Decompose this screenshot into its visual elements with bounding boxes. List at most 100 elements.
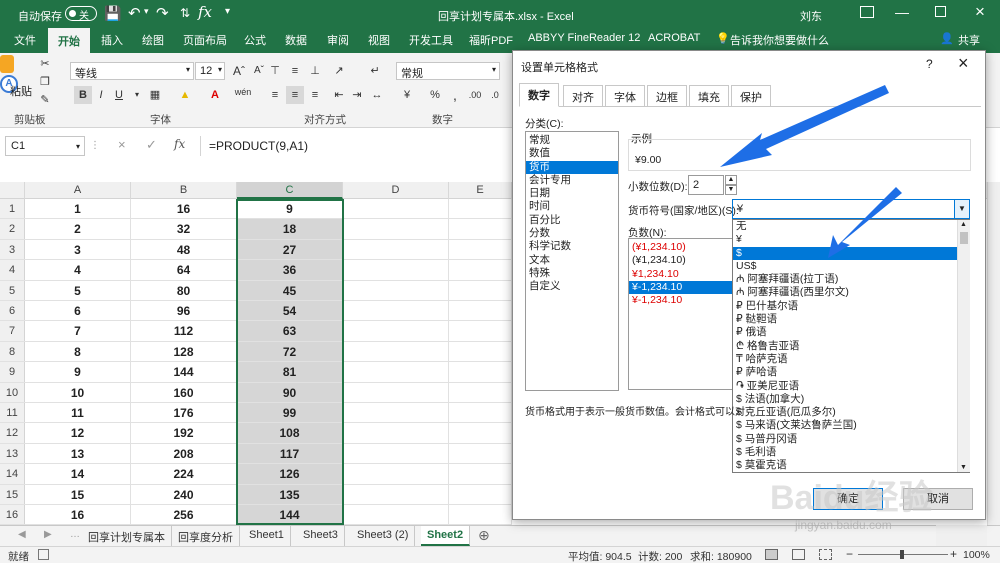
row-header[interactable]: 12 — [0, 423, 25, 443]
row-header[interactable]: 6 — [0, 301, 25, 321]
cell-a[interactable]: 11 — [25, 403, 131, 423]
function-icon[interactable]: fx — [198, 3, 212, 21]
italic-button[interactable]: I — [92, 86, 110, 104]
currency-option[interactable]: ₾ 格鲁吉亚语 — [733, 340, 957, 353]
cell-d[interactable] — [343, 505, 449, 525]
currency-option[interactable]: ֏ 亚美尼亚语 — [733, 380, 957, 393]
user-name[interactable]: 刘东 — [800, 8, 822, 24]
currency-option[interactable]: ₼ 阿塞拜疆语(西里尔文) — [733, 286, 957, 299]
currency-option[interactable]: $ 克丘亚语(厄瓜多尔) — [733, 406, 957, 419]
cell-b[interactable]: 48 — [131, 239, 237, 260]
cell-c[interactable]: 117 — [237, 443, 343, 464]
maximize-icon[interactable] — [935, 6, 946, 17]
select-all-corner[interactable] — [0, 182, 25, 199]
dialog-help-button[interactable]: ? — [926, 57, 933, 71]
undo-icon[interactable]: ↶ — [128, 4, 141, 22]
currency-option[interactable]: ₼ 阿塞拜疆语(拉丁语) — [733, 273, 957, 286]
cell-b[interactable]: 192 — [131, 423, 237, 443]
sheet-vertical-scrollbar[interactable] — [987, 182, 1000, 525]
cell-a[interactable]: 5 — [25, 280, 131, 300]
save-icon[interactable]: 💾 — [104, 5, 121, 22]
align-middle-icon[interactable]: ≡ — [286, 62, 304, 80]
negative-numbers-list[interactable]: (¥1,234.10) (¥1,234.10) ¥1,234.10 ¥-1,234.1… — [628, 238, 740, 390]
add-sheet-icon[interactable]: ⊕ — [478, 527, 490, 544]
formula-input[interactable]: =PRODUCT(9,A1) — [200, 136, 512, 156]
cell-e[interactable] — [449, 423, 512, 443]
cell-b[interactable]: 208 — [131, 443, 237, 464]
currency-symbol-dropdown[interactable]: 无 ¥ $ US$ ₼ 阿塞拜疆语(拉丁语) ₼ 阿塞拜疆语(西里尔文) ₽ 巴什基尔语 ₽ … — [732, 219, 970, 473]
row-header[interactable]: 11 — [0, 403, 25, 423]
cell-c[interactable]: 108 — [237, 423, 343, 443]
row-header[interactable]: 14 — [0, 464, 25, 484]
row-header[interactable]: 15 — [0, 484, 25, 504]
category-item[interactable]: 百分比 — [526, 214, 618, 227]
cell-a[interactable]: 8 — [25, 341, 131, 362]
cell-d[interactable] — [343, 301, 449, 321]
cell-e[interactable] — [449, 321, 512, 341]
align-left-icon[interactable]: ≡ — [266, 86, 284, 104]
font-name-select[interactable]: 等线 ▾ — [70, 62, 194, 80]
macro-record-icon[interactable] — [38, 549, 49, 560]
sort-icon[interactable]: ⇅ — [180, 6, 190, 20]
negative-format-item[interactable]: (¥1,234.10) — [629, 254, 739, 267]
align-top-icon[interactable]: ⊤ — [266, 62, 284, 80]
currency-option[interactable]: ₽ 俄语 — [733, 326, 957, 339]
cell-e[interactable] — [449, 219, 512, 239]
row-header[interactable]: 7 — [0, 321, 25, 341]
row-header[interactable]: 16 — [0, 505, 25, 525]
cell-d[interactable] — [343, 362, 449, 382]
cell-e[interactable] — [449, 403, 512, 423]
cell-e[interactable] — [449, 505, 512, 525]
cell-d[interactable] — [343, 219, 449, 239]
grow-font-icon[interactable]: Aˆ — [230, 62, 248, 80]
category-item[interactable]: 会计专用 — [526, 174, 618, 187]
decrease-decimal-icon[interactable]: .0 — [486, 86, 504, 104]
cell-e[interactable] — [449, 464, 512, 484]
cell-a[interactable]: 13 — [25, 443, 131, 464]
cell-b[interactable]: 112 — [131, 321, 237, 341]
dialog-close-button[interactable]: × — [958, 53, 969, 74]
currency-option[interactable]: $ 马来语(文莱达鲁萨兰国) — [733, 419, 957, 432]
dialog-tab-alignment[interactable]: 对齐 — [563, 85, 603, 106]
format-painter-icon[interactable]: ✎ — [36, 91, 54, 109]
sheet-horizontal-scrollbar[interactable] — [936, 525, 987, 546]
comma-style-icon[interactable]: , — [446, 86, 464, 104]
sheet-tab[interactable]: Sheet3 — [297, 526, 345, 546]
bold-button[interactable]: B — [74, 86, 92, 104]
tab-view[interactable]: 视图 — [368, 32, 390, 48]
cell-e[interactable] — [449, 280, 512, 300]
tab-developer[interactable]: 开发工具 — [409, 32, 453, 48]
column-header[interactable]: C — [237, 182, 343, 199]
cell-b[interactable]: 176 — [131, 403, 237, 423]
category-item[interactable]: 自定义 — [526, 280, 618, 293]
cell-b[interactable]: 256 — [131, 505, 237, 525]
align-right-icon[interactable]: ≡ — [306, 86, 324, 104]
tab-review[interactable]: 审阅 — [327, 32, 349, 48]
tab-foxit-pdf[interactable]: 福昕PDF — [469, 32, 513, 48]
increase-decimal-icon[interactable]: .00 — [466, 86, 484, 104]
category-item[interactable]: 科学记数 — [526, 240, 618, 253]
zoom-in-icon[interactable]: + — [950, 547, 957, 561]
cell-b[interactable]: 224 — [131, 464, 237, 484]
cell-d[interactable] — [343, 321, 449, 341]
cell-e[interactable] — [449, 260, 512, 280]
row-header[interactable]: 10 — [0, 382, 25, 402]
category-list[interactable]: 常规 数值 货币 会计专用 日期 时间 百分比 分数 科学记数 文本 特殊 自定义 — [525, 131, 619, 391]
minimize-icon[interactable]: — — [895, 4, 909, 20]
cell-c[interactable]: 81 — [237, 362, 343, 382]
row-header[interactable]: 8 — [0, 341, 25, 362]
tab-data[interactable]: 数据 — [285, 32, 307, 48]
negative-format-item[interactable]: ¥-1,234.10 — [629, 294, 739, 307]
cell-d[interactable] — [343, 382, 449, 402]
row-header[interactable]: 3 — [0, 239, 25, 260]
cell-b[interactable]: 144 — [131, 362, 237, 382]
tab-acrobat[interactable]: ACROBAT — [648, 32, 700, 44]
tab-formulas[interactable]: 公式 — [244, 32, 266, 48]
cell-e[interactable] — [449, 199, 512, 219]
row-header[interactable]: 4 — [0, 260, 25, 280]
cell-d[interactable] — [343, 423, 449, 443]
sheet-tab-active[interactable]: Sheet2 — [421, 526, 471, 546]
confirm-entry-icon[interactable]: ✓ — [146, 137, 157, 153]
worksheet-grid[interactable]: 1 1 16 9 2 2 32 18 3 3 48 27 4 4 64 36 5 5 80 45 6 6 96 54 7 7 112… — [0, 199, 512, 525]
cell-a[interactable]: 16 — [25, 505, 131, 525]
